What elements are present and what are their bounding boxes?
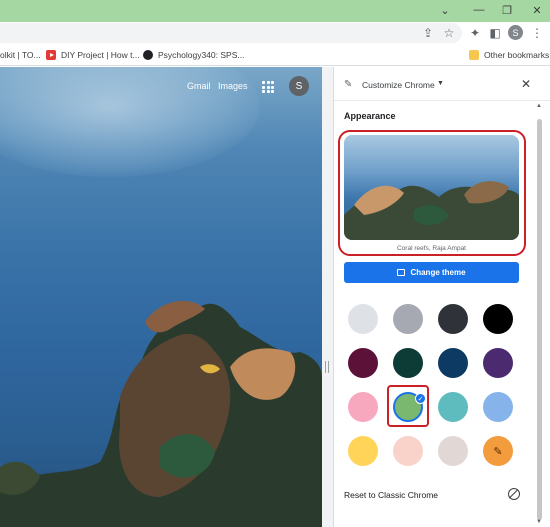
panel-title[interactable]: Customize Chrome [362,80,435,90]
image-icon [397,269,406,276]
change-theme-label: Change theme [410,268,466,277]
window-titlebar: ⌄ — ❐ ✕ [0,0,550,22]
browser-toolbar: ⇪ ☆ ✦ ◧ S ⋮ [0,22,550,44]
color-swatch[interactable] [393,348,423,378]
color-swatch[interactable] [483,392,513,422]
scroll-thumb[interactable] [537,119,542,520]
eyedropper-icon: ✎ [493,445,503,458]
theme-caption: Coral reefs, Raja Ampat [396,245,466,252]
color-swatch[interactable] [483,348,513,378]
custom-color-button[interactable]: ✎ [483,436,513,466]
customize-chrome-panel: ✎ Customize Chrome ▼ ✕ Appearance Coral … [333,67,550,527]
other-bookmarks[interactable]: Other bookmarks [469,48,549,62]
bookmark-label: DIY Project | How t... [61,50,140,60]
new-tab-page-background: Gmail Images S [0,67,322,527]
close-icon[interactable]: ✕ [521,77,531,91]
folder-icon [469,50,479,60]
color-swatch[interactable] [483,304,513,334]
scroll-up-icon[interactable]: ▲ [536,103,542,109]
restore-button[interactable]: ❐ [490,0,524,20]
coral-reef-thumbnail [344,181,519,240]
bookmark-item[interactable]: DIY Project | How t... [46,48,140,62]
google-apps-icon[interactable] [262,81,274,93]
dropdown-caret-icon[interactable]: ▼ [437,80,444,87]
color-swatch[interactable] [438,392,468,422]
color-swatch[interactable] [348,436,378,466]
bookmark-label: Psychology340: SPS... [158,50,245,60]
panel-header: ✎ Customize Chrome ▼ ✕ [334,67,550,101]
bookmark-label: Other bookmarks [484,50,550,60]
color-swatch[interactable] [348,392,378,422]
bookmark-item[interactable]: Psychology340: SPS... [143,48,244,62]
address-bar[interactable] [0,23,462,43]
bookmarks-bar: olkit | TO... DIY Project | How t... Psy… [0,44,550,66]
color-swatch[interactable] [438,348,468,378]
side-panel-icon[interactable]: ◧ [486,24,504,42]
images-link[interactable]: Images [218,81,248,91]
theme-preview[interactable] [344,135,519,240]
share-icon[interactable]: ⇪ [419,24,437,42]
scroll-down-icon[interactable]: ▼ [536,519,542,525]
side-panel-resize-handle[interactable] [322,67,333,527]
color-swatch[interactable] [348,304,378,334]
checkmark-icon: ✓ [415,393,426,404]
change-theme-button[interactable]: Change theme [344,262,519,283]
globe-icon [143,50,153,60]
coral-reef-image [0,300,322,527]
account-avatar[interactable]: S [289,76,309,96]
color-swatch[interactable] [393,304,423,334]
gmail-link[interactable]: Gmail [187,81,211,91]
close-window-button[interactable]: ✕ [520,0,550,20]
tab-search-chevron-icon[interactable]: ⌄ [428,0,462,20]
section-title: Appearance [344,111,396,121]
color-swatch[interactable] [393,436,423,466]
extensions-icon[interactable]: ✦ [466,24,484,42]
kebab-menu-icon[interactable]: ⋮ [528,24,546,42]
profile-avatar[interactable]: S [508,25,523,40]
color-swatch[interactable] [348,348,378,378]
grip-icon [325,361,329,373]
bookmark-label: olkit | TO... [0,50,41,60]
panel-scrollbar[interactable]: ▲ ▼ [530,101,550,527]
reset-classic-chrome[interactable]: Reset to Classic Chrome [344,490,438,500]
reset-icon[interactable] [508,488,520,500]
pencil-icon: ✎ [344,79,353,90]
bookmark-star-icon[interactable]: ☆ [440,24,458,42]
bookmark-item[interactable]: olkit | TO... [0,48,41,62]
youtube-icon [46,50,56,60]
color-swatch[interactable] [438,436,468,466]
color-swatch[interactable] [438,304,468,334]
